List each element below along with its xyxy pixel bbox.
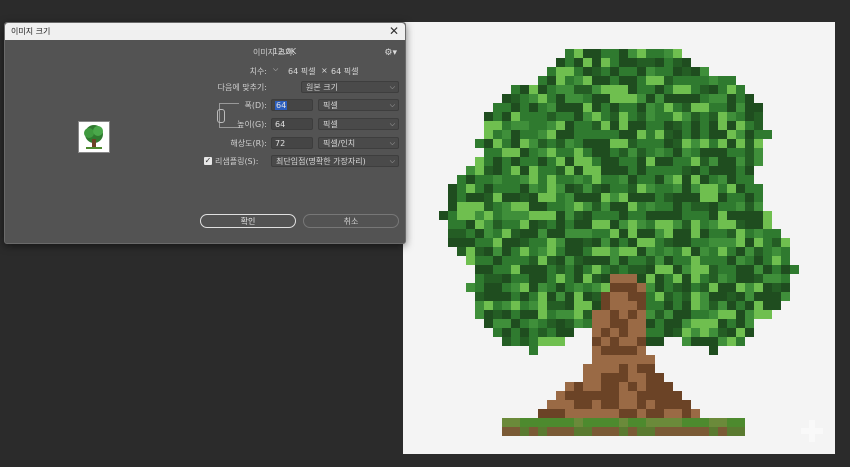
height-input[interactable]: 64: [271, 118, 313, 130]
resolution-value: 72: [275, 139, 286, 148]
chevron-down-icon: ⌵: [389, 101, 395, 109]
fit-to-label: 다음에 맞추기:: [217, 83, 267, 92]
width-value: 64: [275, 101, 288, 110]
cancel-button[interactable]: 취소: [303, 214, 399, 228]
gear-icon[interactable]: ⚙▾: [384, 48, 397, 58]
dialog-title: 이미지 크기: [11, 27, 51, 36]
resolution-input[interactable]: 72: [271, 137, 313, 149]
tree-thumbnail-icon: [84, 125, 103, 149]
resolution-label: 해상도(R):: [230, 139, 267, 148]
chevron-down-icon: ⌵: [389, 157, 395, 165]
width-unit-value: 픽셀: [323, 101, 338, 110]
fit-to-dropdown[interactable]: 원본 크기 ⌵: [301, 81, 399, 93]
resolution-unit-value: 픽셀/인치: [323, 139, 356, 148]
image-size-value: 12.0K: [273, 47, 297, 56]
resolution-unit-dropdown[interactable]: 픽셀/인치 ⌵: [318, 137, 399, 149]
dialog-titlebar: 이미지 크기 ✕: [5, 23, 405, 40]
resample-label: 리샘플링(S):: [215, 157, 259, 166]
fit-to-value: 원본 크기: [306, 83, 338, 92]
ok-button[interactable]: 확인: [200, 214, 296, 228]
width-unit-dropdown[interactable]: 픽셀 ⌵: [318, 99, 399, 111]
dimensions-height: 64 픽셀: [331, 67, 359, 76]
width-label: 폭(D):: [244, 101, 267, 110]
height-unit-dropdown[interactable]: 픽셀 ⌵: [318, 118, 399, 130]
chevron-down-icon[interactable]: ⌵: [273, 65, 278, 74]
image-size-dialog: 이미지 크기 ✕ 이미지 크기: 12.0K ⚙▾ 치수: ⌵ 64 픽셀 × …: [4, 22, 406, 244]
chevron-down-icon: ⌵: [389, 120, 395, 128]
image-canvas: [403, 22, 835, 454]
height-value: 64: [275, 120, 286, 129]
height-label: 높이(G):: [237, 120, 267, 129]
chevron-down-icon: ⌵: [389, 139, 395, 147]
resample-checkbox[interactable]: ✓: [204, 157, 212, 165]
image-thumbnail: [78, 121, 110, 153]
dimensions-times: ×: [321, 66, 328, 75]
resample-dropdown[interactable]: 최단입점(명확한 가장자리) ⌵: [271, 155, 399, 167]
plus-watermark-icon: [801, 420, 823, 442]
close-icon[interactable]: ✕: [389, 24, 399, 38]
resample-value: 최단입점(명확한 가장자리): [276, 157, 366, 166]
width-input[interactable]: 64: [271, 99, 313, 111]
height-unit-value: 픽셀: [323, 120, 338, 129]
dimensions-width: 64 픽셀: [288, 67, 316, 76]
pixel-tree-image: [439, 49, 799, 436]
dimensions-label: 치수:: [249, 67, 267, 76]
chevron-down-icon: ⌵: [389, 83, 395, 91]
